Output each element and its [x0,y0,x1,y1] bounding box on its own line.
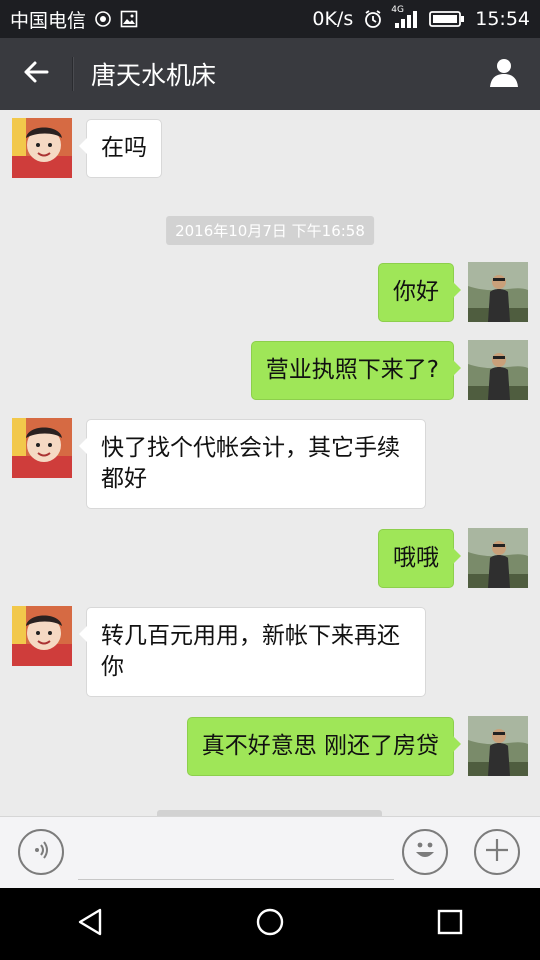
title-bar: 唐天水机床 [0,38,540,110]
more-button[interactable] [474,829,520,875]
voice-icon [29,838,53,866]
my-avatar[interactable] [468,262,528,322]
message-input[interactable] [78,831,394,880]
message-row: 真不好意思 刚还了房贷 [0,716,540,778]
message-row: 在吗 [0,118,540,180]
outgoing-message[interactable]: 营业执照下来了? [250,341,462,400]
contact-avatar[interactable] [12,606,72,666]
message-row: 哦哦 [0,528,540,590]
voice-button[interactable] [18,829,64,875]
message-row: 营业执照下来了? [0,340,540,402]
emoji-icon [408,833,442,871]
arrow-left-icon [22,58,50,90]
location-icon [94,10,112,28]
square-recents-icon [437,909,463,939]
timestamp-badge: 2016年10月7日 下午16:58 [166,216,374,245]
title-divider [72,57,73,91]
battery-icon [429,10,465,28]
my-avatar[interactable] [468,716,528,776]
triangle-back-icon [76,907,104,941]
message-row: 转几百元用用，新帐下来再还你 [0,606,540,698]
chat-title: 唐天水机床 [91,61,217,90]
outgoing-message[interactable]: 哦哦 [378,529,461,588]
status-right: 0K/s 4G 15:54 [312,5,530,30]
outgoing-message[interactable]: 你好 [378,263,461,322]
carrier-label: 中国电信 [10,9,87,32]
nav-home-button[interactable] [230,888,310,960]
back-button[interactable] [0,38,72,110]
chat-area[interactable]: 在吗 2016年10月7日 下午16:58 你好 营业执照下来了? 快了找个代帐… [0,110,540,816]
my-avatar[interactable] [468,528,528,588]
contact-avatar[interactable] [12,118,72,178]
navigation-bar [0,888,540,960]
incoming-message[interactable]: 快了找个代帐会计，其它手续都好 [79,419,426,509]
incoming-message[interactable]: 转几百元用用，新帐下来再还你 [79,607,426,697]
emoji-button[interactable] [402,829,448,875]
nav-recents-button[interactable] [410,888,490,960]
clock: 15:54 [475,8,530,30]
plus-icon [483,836,511,868]
contact-avatar[interactable] [12,418,72,478]
signal-icon: 4G [391,5,419,29]
network-type: 4G [391,5,404,15]
status-left: 中国电信 [10,6,138,33]
my-avatar[interactable] [468,340,528,400]
image-icon [120,10,138,28]
incoming-message[interactable]: 在吗 [79,119,162,178]
message-row: 你好 [0,262,540,324]
message-row: 快了找个代帐会计，其它手续都好 [0,418,540,510]
nav-back-button[interactable] [50,888,130,960]
input-bar [0,816,540,888]
status-bar: 中国电信 0K/s 4G 15:54 [0,0,540,38]
circle-home-icon [255,907,285,941]
outgoing-message[interactable]: 真不好意思 刚还了房贷 [186,717,462,776]
alarm-icon [363,9,383,29]
chat-info-button[interactable] [468,38,540,110]
net-speed: 0K/s [312,8,354,30]
person-icon [488,56,520,92]
